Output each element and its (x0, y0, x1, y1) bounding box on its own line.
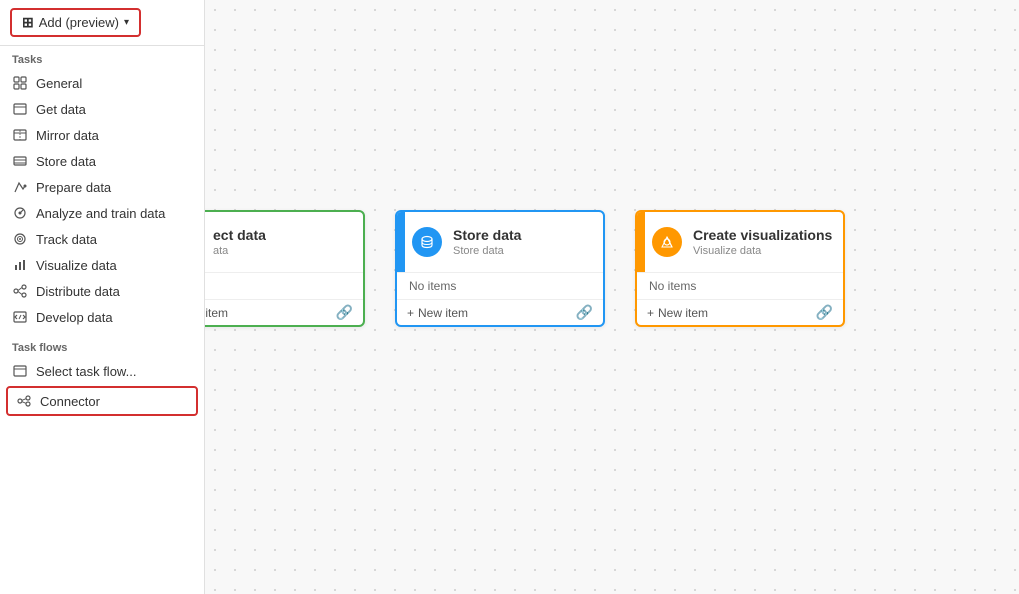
viz-card-header: Create visualizations Visualize data (637, 212, 843, 272)
analyze-label: Analyze and train data (36, 206, 165, 221)
store-data-label: Store data (36, 154, 96, 169)
get-data-icon (12, 101, 28, 117)
sidebar-item-develop-data[interactable]: Develop data (0, 304, 204, 330)
add-button-wrapper: ⊞ Add (preview) ▾ (0, 0, 204, 46)
store-data-icon (12, 153, 28, 169)
store-card-footer: + New item 🔗 (397, 299, 603, 325)
sidebar: ⊞ Add (preview) ▾ Tasks General Get data (0, 0, 205, 594)
viz-card-subtitle: Visualize data (693, 245, 835, 257)
viz-card-footer: + New item 🔗 (637, 299, 843, 325)
general-label: General (36, 76, 82, 91)
add-preview-button[interactable]: ⊞ Add (preview) ▾ (10, 8, 141, 37)
collect-new-item-button[interactable]: + New item (205, 306, 228, 320)
store-title-area: Store data Store data (449, 212, 603, 272)
sidebar-item-select-taskflow[interactable]: Select task flow... (0, 358, 204, 384)
get-data-label: Get data (36, 102, 86, 117)
sidebar-item-visualize-data[interactable]: Visualize data (0, 252, 204, 278)
sidebar-item-mirror-data[interactable]: Mirror data (0, 122, 204, 148)
viz-card-title: Create visualizations (693, 227, 835, 244)
store-data-card: Store data Store data No items + New ite… (395, 210, 605, 327)
main-canvas: ect data ata items + New item 🔗 (205, 0, 1019, 594)
tasks-section-label: Tasks (0, 46, 204, 70)
develop-data-icon (12, 309, 28, 325)
store-icon (412, 227, 442, 257)
taskflows-label: Task flows (0, 334, 204, 358)
connector-icon (16, 393, 32, 409)
prepare-data-icon (12, 179, 28, 195)
add-button-label: Add (preview) (39, 15, 119, 30)
store-color-bar (397, 212, 405, 272)
card-title-area: ect data ata (209, 212, 363, 272)
prepare-data-label: Prepare data (36, 180, 111, 195)
store-card-title: Store data (453, 227, 595, 244)
collect-card-body: items (205, 272, 363, 299)
store-card-body: No items (397, 272, 603, 299)
taskflows-section: Task flows Select task flow... (0, 334, 204, 418)
distribute-data-icon (12, 283, 28, 299)
mirror-data-icon (12, 127, 28, 143)
store-new-item-label: New item (418, 306, 468, 320)
general-icon (12, 75, 28, 91)
viz-icon-area (645, 212, 689, 272)
viz-icon (652, 227, 682, 257)
card-header: ect data ata (205, 212, 363, 272)
select-taskflow-label: Select task flow... (36, 364, 136, 379)
distribute-data-label: Distribute data (36, 284, 120, 299)
store-icon-area (405, 212, 449, 272)
store-card-subtitle: Store data (453, 245, 595, 257)
viz-new-item-label: New item (658, 306, 708, 320)
mirror-data-label: Mirror data (36, 128, 99, 143)
cards-container: ect data ata items + New item 🔗 (235, 210, 845, 327)
store-plus-icon: + (407, 306, 414, 320)
sidebar-item-prepare-data[interactable]: Prepare data (0, 174, 204, 200)
select-flow-icon (12, 363, 28, 379)
sidebar-item-distribute-data[interactable]: Distribute data (0, 278, 204, 304)
viz-attach-icon[interactable]: 🔗 (816, 304, 833, 321)
sidebar-item-track-data[interactable]: Track data (0, 226, 204, 252)
collect-data-card: ect data ata items + New item 🔗 (205, 210, 365, 327)
viz-new-item-button[interactable]: + New item (647, 306, 708, 320)
visualize-data-label: Visualize data (36, 258, 117, 273)
store-attach-icon[interactable]: 🔗 (576, 304, 593, 321)
viz-color-bar (637, 212, 645, 272)
connector-label: Connector (40, 394, 100, 409)
visualize-card: Create visualizations Visualize data No … (635, 210, 845, 327)
track-data-icon (12, 231, 28, 247)
store-card-header: Store data Store data (397, 212, 603, 272)
collect-attach-icon[interactable]: 🔗 (336, 304, 353, 321)
sidebar-item-general[interactable]: General (0, 70, 204, 96)
plus-icon: ⊞ (22, 14, 34, 31)
sidebar-item-get-data[interactable]: Get data (0, 96, 204, 122)
develop-data-label: Develop data (36, 310, 113, 325)
store-new-item-button[interactable]: + New item (407, 306, 468, 320)
track-data-label: Track data (36, 232, 97, 247)
collect-card-subtitle: ata (213, 245, 355, 257)
analyze-icon (12, 205, 28, 221)
sidebar-item-analyze[interactable]: Analyze and train data (0, 200, 204, 226)
visualize-data-icon (12, 257, 28, 273)
sidebar-item-store-data[interactable]: Store data (0, 148, 204, 174)
viz-plus-icon: + (647, 306, 654, 320)
collect-card-footer: + New item 🔗 (205, 299, 363, 325)
chevron-down-icon: ▾ (124, 17, 129, 28)
collect-card-title: ect data (213, 227, 355, 244)
collect-new-item-label: New item (205, 306, 228, 320)
viz-title-area: Create visualizations Visualize data (689, 212, 843, 272)
sidebar-item-connector[interactable]: Connector (6, 386, 198, 416)
viz-card-body: No items (637, 272, 843, 299)
